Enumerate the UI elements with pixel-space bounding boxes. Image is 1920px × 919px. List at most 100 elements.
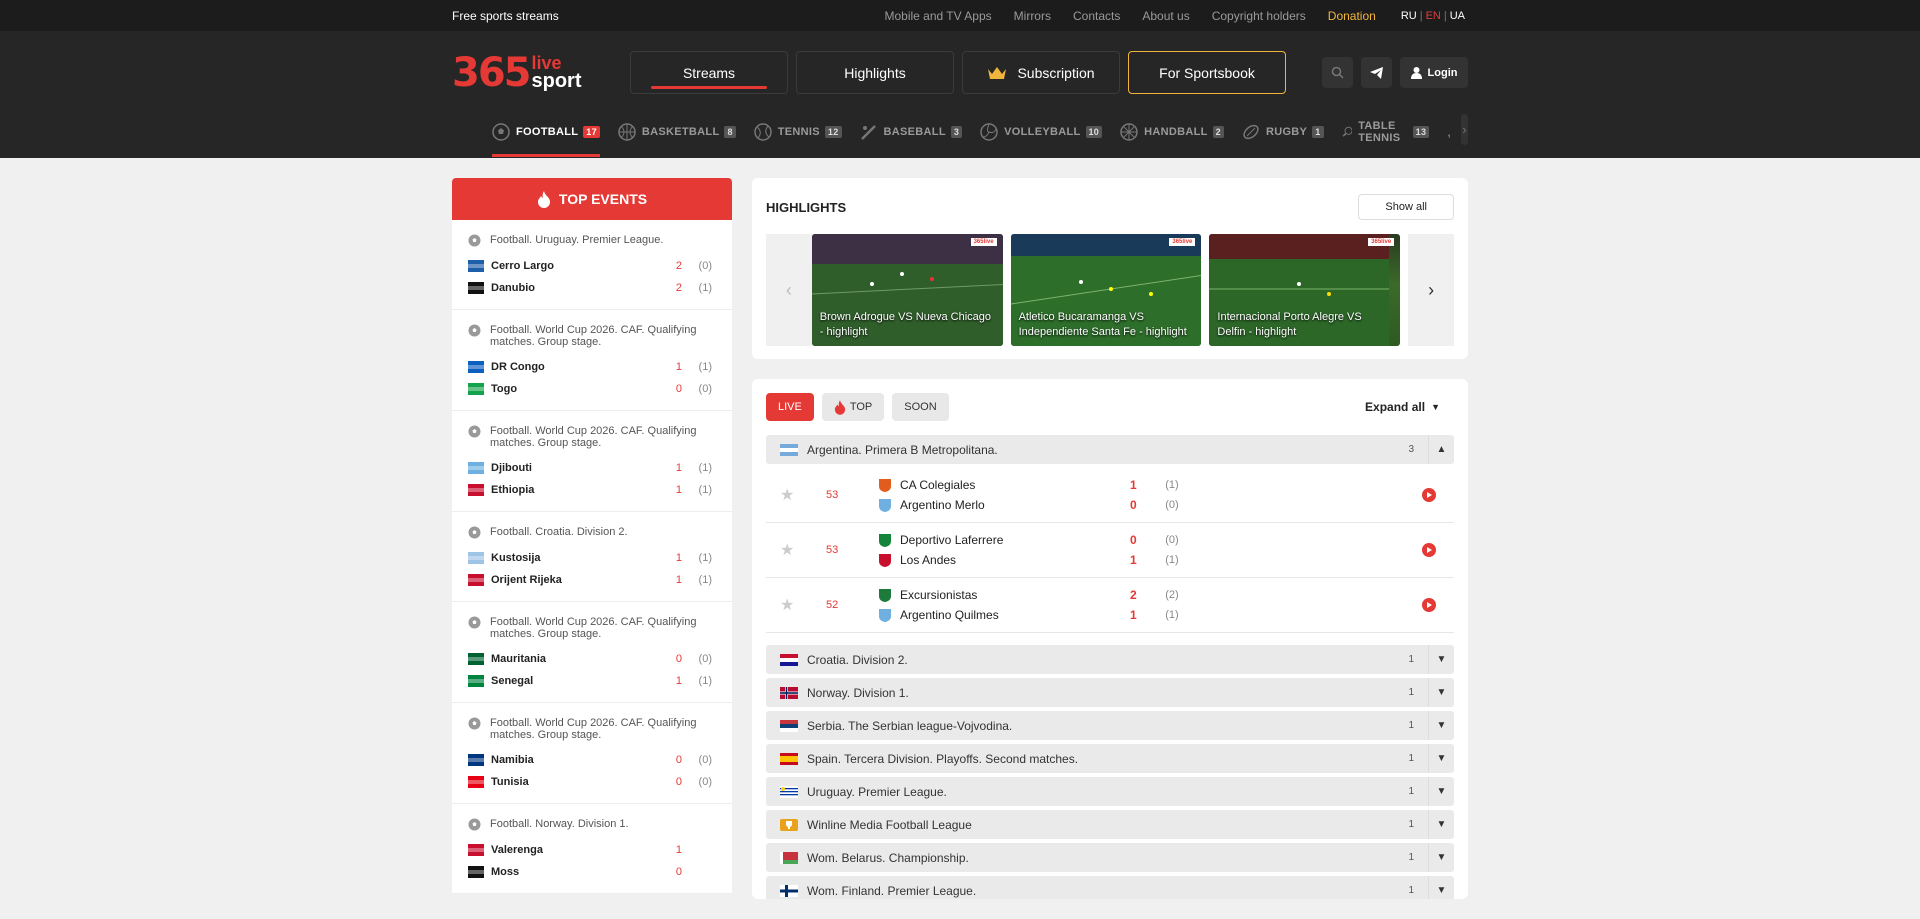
play-stream-icon[interactable] [1422,543,1436,557]
top-event-item[interactable]: Football. Uruguay. Premier League. Cerro … [452,220,732,310]
tab-basketball[interactable]: BASKETBALL 8 [618,114,736,149]
league-row[interactable]: Uruguay. Premier League. 1 ▼ [766,777,1454,806]
search-button[interactable] [1322,57,1353,88]
lang-en[interactable]: EN [1423,10,1444,22]
tab-label: TENNIS [777,125,820,138]
league-row[interactable]: Croatia. Division 2. 1 ▼ [766,645,1454,674]
site-logo[interactable]: 365 live sport [452,50,630,96]
match-row[interactable]: ★ 52 Excursionistas 2 (2) Argentino Quilmes 1 (… [766,578,1454,633]
play-stream-icon[interactable] [1422,488,1436,502]
team-crest-icon [879,553,891,567]
top-event-item[interactable]: Football. Norway. Division 1. Valerenga 1 M… [452,804,732,894]
top-event-team: Kustosija 1 (1) [468,547,712,569]
league-list: Croatia. Division 2. 1 ▼ Norway. Division 1… [766,645,1454,899]
nav-subscription-button[interactable]: Subscription [962,51,1120,94]
league-row[interactable]: Serbia. The Serbian league-Vojvodina. 1 ▼ [766,711,1454,740]
tab-rugby[interactable]: RUGBY 1 [1242,114,1324,149]
team-score: 2 [675,260,682,272]
league-row-open[interactable]: Argentina. Primera B Metropolitana. 3 ▲ [766,435,1454,464]
filter-soon-button[interactable]: SOON [892,393,949,421]
home-team-row: Excursionistas 2 (2) [878,585,1422,605]
link-donation[interactable]: Donation [1328,9,1376,23]
league-row[interactable]: Spain. Tercera Division. Playoffs. Secon… [766,744,1454,773]
nav-sportsbook-button[interactable]: For Sportsbook [1128,51,1286,94]
link-mobile-apps[interactable]: Mobile and TV Apps [884,9,991,23]
team-score: 0 [675,866,682,878]
highlight-card[interactable]: 365live Internacional Porto Alegre VS De… [1209,234,1401,346]
play-stream-icon[interactable] [1422,598,1436,612]
crown-icon [988,66,1007,79]
chevron-down-icon[interactable]: ▼ [1428,876,1454,899]
league-row[interactable]: Norway. Division 1. 1 ▼ [766,678,1454,707]
home-halftime-score: (1) [1165,479,1179,491]
logo-sport: sport [531,69,582,92]
top-event-item[interactable]: Football. Croatia. Division 2. Kustosija 1… [452,512,732,602]
telegram-button[interactable] [1361,57,1392,88]
lang-ua[interactable]: UA [1447,10,1468,22]
chevron-down-icon[interactable]: ▼ [1428,843,1454,872]
top-event-item[interactable]: Football. World Cup 2026. CAF. Qualifyin… [452,602,732,703]
team-halftime-score: (0) [698,776,712,788]
top-events-list: Football. Uruguay. Premier League. Cerro … [452,220,732,894]
favorite-star-icon[interactable]: ★ [780,540,796,560]
football-icon [468,717,481,730]
match-row[interactable]: ★ 53 CA Colegiales 1 (1) Argentino Merlo 0 (0) [766,468,1454,523]
league-count: 1 [1408,819,1414,830]
tab-baseball[interactable]: BASEBALL 3 [860,114,963,149]
top-event-team: Senegal 1 (1) [468,670,712,692]
football-icon [468,526,481,539]
top-event-item[interactable]: Football. World Cup 2026. CAF. Qualifyin… [452,411,732,512]
tab-football[interactable]: FOOTBALL 17 [492,114,600,157]
team-halftime-score: (1) [698,462,712,474]
tab-count: 3 [950,125,963,138]
team-halftime-score: (0) [698,260,712,272]
match-row[interactable]: ★ 53 Deportivo Laferrere 0 (0) Los Andes 1 (1) [766,523,1454,578]
top-event-item[interactable]: Football. World Cup 2026. CAF. Qualifyin… [452,310,732,411]
highlight-card[interactable]: 365live Brown Adrogue VS Nueva Chicago -… [811,234,1003,346]
league-row[interactable]: Wom. Belarus. Championship. 1 ▼ [766,843,1454,872]
chevron-down-icon[interactable]: ▼ [1428,810,1454,839]
show-all-button[interactable]: Show all [1358,194,1454,220]
chevron-down-icon[interactable]: ▼ [1428,744,1454,773]
nav-highlights-button[interactable]: Highlights [796,51,954,94]
away-team-name: Argentino Merlo [900,498,985,512]
team-score: 1 [675,675,682,687]
tab-tennis[interactable]: TENNIS 12 [754,114,842,149]
chevron-up-icon[interactable]: ▲ [1428,435,1454,464]
team-score: 1 [675,844,682,856]
chevron-down-icon[interactable]: ▼ [1428,645,1454,674]
top-event-item[interactable]: Football. World Cup 2026. CAF. Qualifyin… [452,703,732,804]
nav-streams-button[interactable]: Streams [630,51,788,94]
filter-top-button[interactable]: TOP [821,393,885,421]
tab-handball[interactable]: HANDBALL 2 [1120,114,1224,149]
chevron-down-icon[interactable]: ▼ [1428,711,1454,740]
team-name: DR Congo [491,361,545,373]
tab-volleyball[interactable]: VOLLEYBALL 10 [980,114,1103,149]
link-mirrors[interactable]: Mirrors [1014,9,1051,23]
link-copyright-holders[interactable]: Copyright holders [1212,9,1306,23]
league-row[interactable]: Wom. Finland. Premier League. 1 ▼ [766,876,1454,899]
filter-live-button[interactable]: LIVE [766,393,814,421]
sports-scroll-right-button[interactable]: › [1460,114,1468,145]
highlights-prev-button[interactable]: ‹ [766,234,812,346]
tab-count: 12 [824,125,842,138]
team-halftime-score: (1) [698,675,712,687]
highlights-next-button[interactable]: › [1408,234,1454,346]
favorite-star-icon[interactable]: ★ [780,485,796,505]
team-score: 1 [675,552,682,564]
tab-table-tennis[interactable]: TABLE TENNIS 13 [1342,114,1430,149]
match-minute: 52 [826,599,839,611]
login-button[interactable]: Login [1400,57,1468,88]
league-row[interactable]: Winline Media Football League 1 ▼ [766,810,1454,839]
login-label: Login [1427,66,1458,79]
link-about-us[interactable]: About us [1142,9,1189,23]
lang-ru[interactable]: RU [1398,10,1420,22]
favorite-star-icon[interactable]: ★ [780,595,796,615]
highlight-card[interactable]: 365live Atletico Bucaramanga VS Independ… [1010,234,1202,346]
chevron-down-icon[interactable]: ▼ [1428,678,1454,707]
link-contacts[interactable]: Contacts [1073,9,1120,23]
top-event-team: Togo 0 (0) [468,378,712,400]
chevron-down-icon[interactable]: ▼ [1428,777,1454,806]
expand-all-button[interactable]: Expand all ▼ [1365,400,1440,414]
country-flag-icon [780,818,798,831]
